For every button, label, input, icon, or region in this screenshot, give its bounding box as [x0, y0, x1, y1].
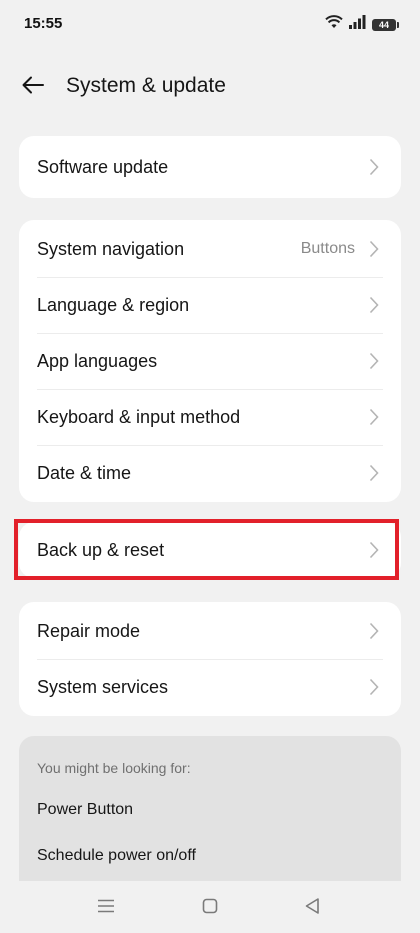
system-services-item[interactable]: System services	[19, 659, 401, 715]
back-triangle-icon	[304, 897, 320, 920]
chevron-right-icon	[369, 408, 379, 426]
chevron-right-icon	[369, 622, 379, 640]
system-navigation-item[interactable]: System navigation Buttons	[19, 221, 401, 277]
app-languages-label: App languages	[37, 350, 158, 371]
settings-group-system: System navigation Buttons Language & reg…	[19, 220, 401, 502]
chevron-right-icon	[369, 352, 379, 370]
highlight-box	[14, 519, 399, 580]
repair-mode-item[interactable]: Repair mode	[19, 603, 401, 659]
home-square-icon	[202, 898, 218, 919]
suggestions-panel: You might be looking for: Power Button S…	[19, 736, 401, 896]
app-languages-item[interactable]: App languages	[19, 333, 401, 389]
chevron-right-icon	[369, 240, 379, 258]
battery-icon: 44	[372, 18, 399, 31]
suggestion-schedule-power[interactable]: Schedule power on/off	[37, 847, 196, 865]
back-arrow-icon	[22, 76, 44, 99]
status-bar: 15:55 44	[0, 0, 420, 48]
status-time: 15:55	[24, 15, 63, 32]
suggestion-power-button[interactable]: Power Button	[37, 801, 133, 819]
settings-group-services: Repair mode System services	[19, 602, 401, 716]
chevron-right-icon	[369, 464, 379, 482]
system-navigation-value: Buttons	[300, 240, 355, 257]
menu-icon	[97, 899, 115, 918]
page-title: System & update	[66, 74, 226, 97]
chevron-right-icon	[369, 296, 379, 314]
status-icons: 44	[325, 15, 399, 34]
home-button[interactable]	[198, 896, 222, 920]
cellular-signal-icon	[349, 15, 366, 34]
wifi-icon	[325, 15, 343, 34]
chevron-right-icon	[369, 678, 379, 696]
keyboard-input-label: Keyboard & input method	[37, 406, 241, 427]
menu-button[interactable]	[94, 896, 118, 920]
date-time-label: Date & time	[37, 462, 132, 483]
app-bar: System & update	[0, 62, 420, 112]
back-button[interactable]	[14, 68, 52, 106]
suggestions-heading: You might be looking for:	[37, 760, 191, 776]
system-navigation-label: System navigation	[37, 238, 185, 259]
settings-group-software: Software update	[19, 136, 401, 198]
repair-mode-label: Repair mode	[37, 620, 141, 641]
language-region-label: Language & region	[37, 294, 190, 315]
language-region-item[interactable]: Language & region	[19, 277, 401, 333]
navigation-bar	[0, 881, 420, 933]
keyboard-input-item[interactable]: Keyboard & input method	[19, 389, 401, 445]
system-services-label: System services	[37, 676, 169, 697]
chevron-right-icon	[369, 158, 379, 176]
date-time-item[interactable]: Date & time	[19, 445, 401, 501]
back-nav-button[interactable]	[300, 896, 324, 920]
software-update-label: Software update	[37, 156, 169, 177]
software-update-item[interactable]: Software update	[19, 136, 401, 198]
